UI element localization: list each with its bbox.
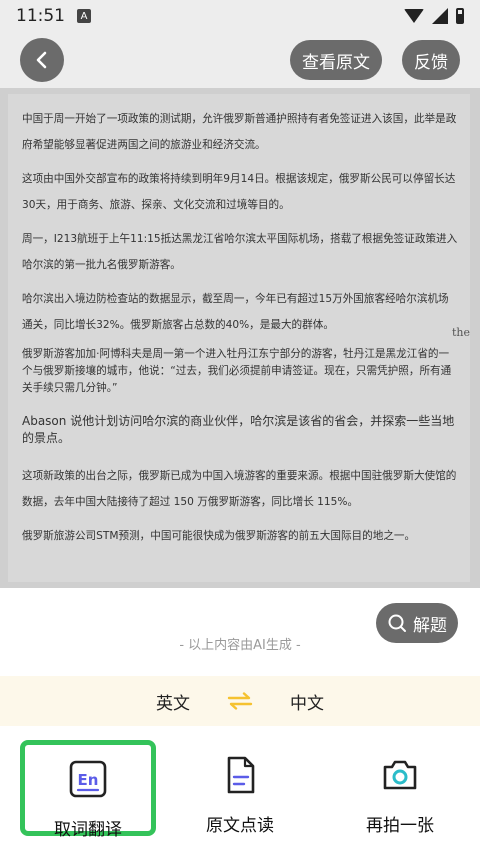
paragraph-2[interactable]: 这项由中国外交部宣布的政策将持续到明年9月14日。根据该规定，俄罗斯公民可以停留… [22,166,458,218]
paragraph-1[interactable]: 中国于周一开始了一项政策的测试期，允许俄罗斯普通护照持有者免签证进入该国，此举是… [22,106,458,158]
swap-arrows-icon[interactable] [226,692,254,710]
header-bar: 查看原文 反馈 [0,32,480,88]
bottom-toolbar: En 取词翻译 原文点读 再拍一张 [0,726,480,853]
battery-icon [456,8,464,24]
paragraph-3[interactable]: 周一，I213航班于上午11:15抵达黑龙江省哈尔滨太平国际机场，搭载了根据免签… [22,226,458,278]
language-bar: 英文 中文 [0,676,480,726]
paragraph-4[interactable]: 哈尔滨出入境边防检查站的数据显示，截至周一，今年已有超过15万外国旅客经哈尔滨机… [22,286,458,338]
status-time: 11:51 [16,6,65,26]
source-language[interactable]: 英文 [156,689,190,714]
status-bar: 11:51 A [0,0,480,32]
paragraph-5[interactable]: 俄罗斯游客加加·阿博科夫是周一第一个进入牡丹江东宁部分的游客，牡丹江是黑龙江省的… [22,346,458,397]
paragraph-8[interactable]: 俄罗斯旅游公司STM预测，中国可能很快成为俄罗斯游客的前五大国际目的地之一。 [22,523,458,549]
signal-icon [432,8,448,24]
read-aloud-label: 原文点读 [206,816,274,836]
document-read-icon [218,754,262,795]
view-original-button[interactable]: 查看原文 [290,40,382,80]
back-button[interactable] [20,38,64,82]
ai-generated-note: - 以上内容由AI生成 - [179,638,301,653]
word-translate-button[interactable]: En 取词翻译 [20,740,156,840]
stray-text: the [451,326,470,339]
word-translate-label: 取词翻译 [54,820,122,840]
paragraph-6[interactable]: Abason 说他计划访问哈尔滨的商业伙伴，哈尔滨是该省的省会，并探索一些当地的… [22,413,458,447]
wifi-icon [404,9,424,23]
solve-button-label: 解题 [413,615,447,636]
read-aloud-button[interactable]: 原文点读 [172,740,308,836]
status-icons [404,8,464,24]
camera-icon [378,754,422,795]
retake-photo-label: 再拍一张 [366,816,434,836]
notification-icon: A [77,9,91,23]
chevron-left-icon [36,51,47,69]
document-page: 中国于周一开始了一项政策的测试期，允许俄罗斯普通护照持有者免签证进入该国，此举是… [8,94,470,582]
en-dictionary-icon: En [66,759,110,799]
feedback-button[interactable]: 反馈 [402,40,460,80]
translated-document: 中国于周一开始了一项政策的测试期，允许俄罗斯普通护照持有者免签证进入该国，此举是… [0,88,480,588]
target-language[interactable]: 中文 [290,689,324,714]
paragraph-7[interactable]: 这项新政策的出台之际，俄罗斯已成为中国入境游客的重要来源。根据中国驻俄罗斯大使馆… [22,463,458,515]
svg-text:En: En [78,771,99,789]
search-icon [388,614,406,632]
retake-photo-button[interactable]: 再拍一张 [332,740,468,836]
